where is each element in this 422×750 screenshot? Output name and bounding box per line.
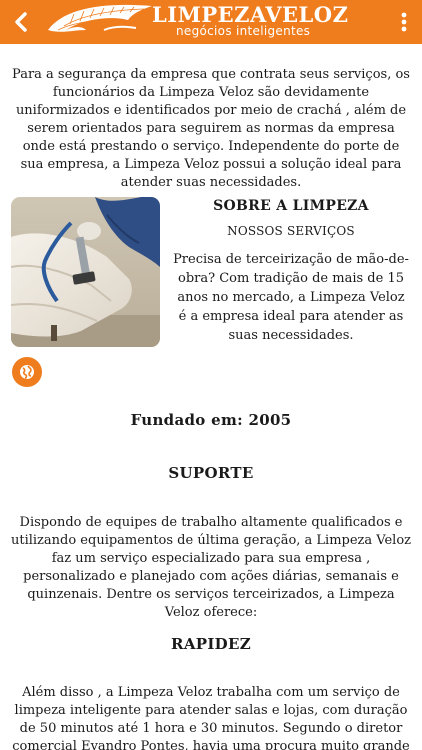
back-button[interactable] bbox=[6, 6, 36, 38]
chevron-left-icon bbox=[15, 12, 27, 32]
brand-tagline: negócios inteligentes bbox=[176, 24, 311, 38]
brand-name: LIMPEZAVELOZ bbox=[152, 4, 348, 26]
logo-cheetah-mark bbox=[48, 4, 152, 32]
website-button[interactable] bbox=[12, 357, 42, 387]
about-title: SOBRE A LIMPEZA bbox=[213, 198, 369, 214]
sofa-cleaning-image bbox=[11, 197, 160, 347]
suporte-paragraph: Dispondo de equipes de trabalho altament… bbox=[10, 515, 412, 620]
service-photo bbox=[11, 197, 160, 347]
brand-logo: LIMPEZAVELOZ negócios inteligentes bbox=[44, 0, 380, 44]
kebab-menu-icon bbox=[401, 12, 407, 32]
suporte-heading: SUPORTE bbox=[168, 464, 254, 482]
app-header: LIMPEZAVELOZ negócios inteligentes bbox=[0, 0, 422, 44]
about-paragraph: Precisa de terceirização de mão-de-obra?… bbox=[173, 252, 409, 343]
founded-heading: Fundado em: 2005 bbox=[130, 411, 292, 429]
rapidez-paragraph: Além disso , a Limpeza Veloz trabalha co… bbox=[12, 685, 410, 750]
about-subtitle: NOSSOS SERVIÇOS bbox=[227, 224, 355, 238]
intro-paragraph: Para a segurança da empresa que contrata… bbox=[12, 67, 410, 190]
menu-button[interactable] bbox=[394, 6, 414, 38]
globe-icon bbox=[20, 365, 34, 380]
rapidez-heading: RAPIDEZ bbox=[171, 635, 251, 653]
